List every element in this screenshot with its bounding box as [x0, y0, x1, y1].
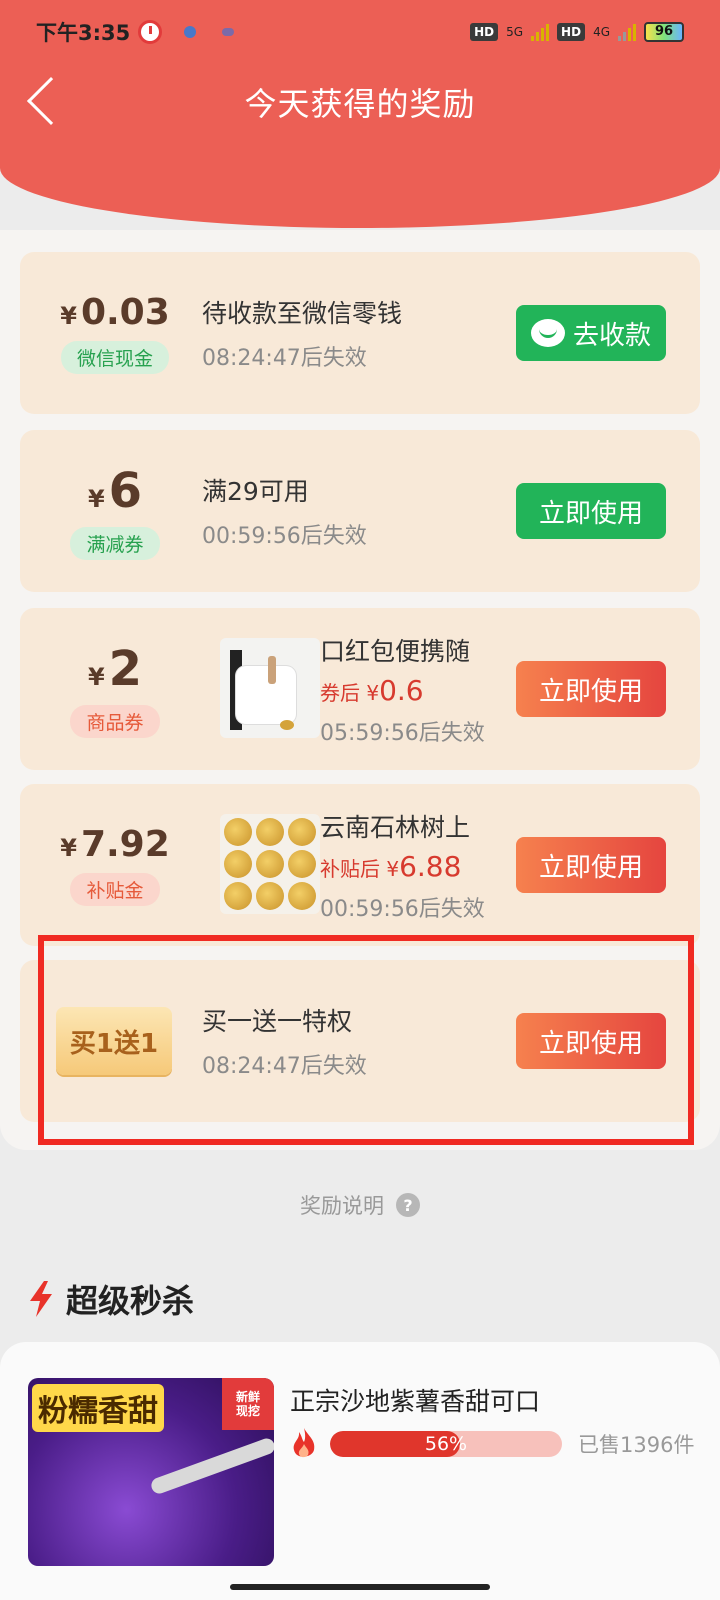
reward-value: ¥ 0.03 微信现金 — [40, 252, 190, 414]
use-now-button[interactable]: 立即使用 — [516, 837, 666, 893]
price-after-subsidy: 补贴后 ¥6.88 — [320, 850, 485, 883]
reward-info: 云南石林树上 补贴后 ¥6.88 00:59:56后失效 — [320, 784, 485, 946]
reward-value: ¥ 2 商品券 — [40, 608, 190, 770]
reward-type-tag: 商品券 — [70, 704, 160, 738]
reward-value: ¥ 6 满减券 — [40, 430, 190, 592]
price-value: 6.88 — [399, 849, 462, 883]
product-thumbnail-bag[interactable] — [220, 638, 320, 738]
currency-symbol: ¥ — [87, 662, 105, 691]
network-type-label-2: 4G — [593, 25, 610, 39]
reward-card-wechat-cash: ¥ 0.03 微信现金 待收款至微信零钱 08:24:47后失效 去收款 — [20, 252, 700, 414]
reward-value: ¥ 7.92 补贴金 — [40, 784, 190, 946]
reward-info: 口红包便携随 券后 ¥0.6 05:59:56后失效 — [320, 608, 485, 770]
product-image[interactable]: 粉糯香甜 新鲜 现挖 — [28, 1378, 274, 1566]
notification-bird-icon — [222, 28, 235, 36]
product-title: 口红包便携随 — [320, 636, 471, 666]
price-prefix: 补贴后 — [320, 856, 380, 881]
flash-product-title[interactable]: 正宗沙地紫薯香甜可口 — [290, 1382, 540, 1418]
product-title: 云南石林树上 — [320, 812, 471, 842]
price-value: 0.6 — [379, 673, 424, 707]
reward-description-link[interactable]: 奖励说明 ? — [0, 1190, 720, 1220]
status-bar: 下午3:35 HD 5G HD 4G 96 — [0, 0, 720, 64]
reward-expire: 08:24:47后失效 — [202, 346, 367, 371]
home-indicator[interactable] — [230, 1584, 490, 1590]
price-prefix: 券后 — [320, 680, 360, 705]
reward-type-tag: 满减券 — [70, 526, 160, 560]
currency-symbol: ¥ — [60, 302, 77, 330]
flash-sale-heading: 超级秒杀 — [28, 1276, 194, 1322]
collect-wechat-button[interactable]: 去收款 — [516, 305, 666, 361]
sold-count: 已售1396件 — [578, 1433, 695, 1457]
reward-card-subsidy: ¥ 7.92 补贴金 云南石林树上 补贴后 ¥6.88 00:59:56后失效 … — [20, 784, 700, 946]
reward-title: 满29可用 — [202, 477, 309, 506]
amount-value: 0.03 — [80, 292, 170, 333]
fire-icon — [293, 1428, 315, 1458]
nav-bar: 今天获得的奖励 — [0, 64, 720, 140]
product-image-detail — [149, 1436, 274, 1496]
use-now-button[interactable]: 立即使用 — [516, 483, 666, 539]
use-now-button[interactable]: 立即使用 — [516, 661, 666, 717]
status-right: HD 5G HD 4G 96 — [470, 22, 684, 42]
currency-symbol: ¥ — [60, 834, 77, 862]
amount-value: 6 — [108, 462, 143, 519]
reward-expire: 00:59:56后失效 — [320, 896, 485, 922]
alarm-clock-icon — [138, 20, 163, 44]
thumbnail-detail — [280, 720, 294, 730]
reward-amount: ¥ 6 — [88, 463, 142, 519]
network-type-label: 5G — [506, 25, 524, 39]
thumbnail-detail — [268, 656, 276, 684]
fruit-grid — [224, 818, 316, 910]
reward-amount: ¥ 7.92 — [60, 824, 170, 865]
sales-progress-label: 56% — [424, 1433, 468, 1455]
amount-value: 7.92 — [80, 824, 170, 865]
reward-amount: ¥ 2 — [88, 641, 142, 697]
amount-value: 2 — [108, 640, 143, 697]
reward-expire: 05:59:56后失效 — [320, 720, 485, 746]
status-time: 下午3:35 — [36, 21, 131, 45]
product-thumbnail-fruit[interactable] — [220, 814, 320, 914]
battery-icon: 96 — [644, 22, 684, 42]
fresh-badge-line2: 现挖 — [235, 1404, 260, 1418]
help-icon[interactable]: ? — [396, 1193, 420, 1217]
button-label: 去收款 — [572, 319, 651, 350]
highlight-box — [38, 935, 694, 1145]
reward-amount: ¥ 0.03 — [60, 292, 170, 333]
reward-info: 待收款至微信零钱 08:24:47后失效 — [202, 252, 402, 414]
reward-title: 待收款至微信零钱 — [202, 299, 403, 328]
back-arrow-icon[interactable] — [26, 76, 76, 126]
reward-type-tag: 补贴金 — [70, 873, 160, 906]
sales-progress-bar: 56% — [330, 1431, 562, 1457]
hd-badge-2: HD — [557, 23, 586, 41]
product-image-banner: 粉糯香甜 — [32, 1384, 164, 1432]
signal-strength-icon — [531, 23, 550, 41]
notification-app-icon — [184, 26, 197, 38]
reward-card-product-coupon: ¥ 2 商品券 口红包便携随 券后 ¥0.6 05:59:56后失效 立即使用 — [20, 608, 700, 770]
thumbnail-detail — [236, 666, 296, 724]
reward-card-discount-coupon: ¥ 6 满减券 满29可用 00:59:56后失效 立即使用 — [20, 430, 700, 592]
reward-description-label: 奖励说明 — [300, 1194, 384, 1218]
page-title: 今天获得的奖励 — [244, 85, 476, 123]
reward-info: 满29可用 00:59:56后失效 — [202, 430, 367, 592]
price-after-coupon: 券后 ¥0.6 — [320, 674, 485, 707]
flash-sale-title: 超级秒杀 — [66, 1282, 195, 1320]
price-currency: ¥ — [386, 856, 400, 881]
hd-badge: HD — [470, 23, 499, 41]
status-left: 下午3:35 — [36, 17, 235, 47]
flash-sale-card[interactable]: 粉糯香甜 新鲜 现挖 — [0, 1342, 720, 1600]
fresh-badge-line1: 新鲜 — [235, 1390, 260, 1404]
reward-type-tag: 微信现金 — [60, 341, 169, 374]
signal-strength-icon-2 — [618, 23, 636, 41]
lightning-icon — [30, 1281, 52, 1317]
currency-symbol: ¥ — [87, 484, 105, 513]
sales-progress-row: 56% 已售1396件 — [290, 1428, 694, 1460]
fresh-badge: 新鲜 现挖 — [222, 1378, 274, 1430]
reward-expire: 00:59:56后失效 — [202, 524, 367, 549]
wechat-icon — [530, 319, 565, 347]
price-currency: ¥ — [366, 680, 380, 705]
